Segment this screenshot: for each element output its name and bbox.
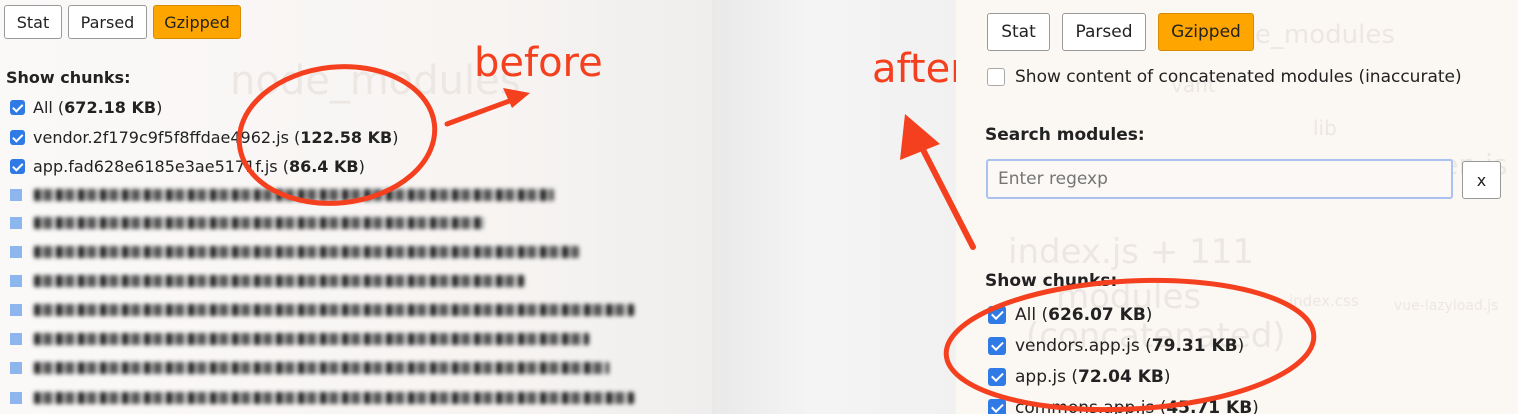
checkbox[interactable] xyxy=(988,337,1006,355)
concat-modules-label: Show content of concatenated modules (in… xyxy=(1015,67,1462,87)
checkbox[interactable] xyxy=(987,68,1005,86)
obscured-chunk-row xyxy=(10,302,634,318)
checkbox[interactable] xyxy=(10,130,25,145)
obscured-chunk-row xyxy=(10,244,579,260)
chunk-name: vendors.app.js xyxy=(1015,336,1140,356)
obscured-chunk-row xyxy=(10,390,634,406)
checkbox[interactable] xyxy=(10,159,25,174)
parsed-button[interactable]: Parsed xyxy=(1062,13,1146,51)
divider-background: after xyxy=(712,0,956,414)
show-chunks-label: Show chunks: xyxy=(6,68,131,87)
chunk-name: All xyxy=(1015,305,1037,325)
chunk-size: 672.18 KB xyxy=(64,98,157,117)
search-input[interactable] xyxy=(986,159,1453,199)
chunk-name: All xyxy=(33,98,53,117)
gzipped-button[interactable]: Gzipped xyxy=(1158,13,1254,51)
after-screenshot: node_modules vant lib raven.js index.js … xyxy=(956,0,1518,414)
clear-search-button[interactable]: x xyxy=(1462,161,1501,199)
chunk-row[interactable]: vendors.app.js (79.31 KB) xyxy=(988,336,1244,356)
search-modules-label: Search modules: xyxy=(985,125,1145,145)
checkbox[interactable] xyxy=(988,368,1006,386)
after-annotation: after xyxy=(872,46,956,92)
chunk-size: 122.58 KB xyxy=(300,128,393,147)
treemap-bg-label: lib xyxy=(1313,116,1337,140)
chunk-name: app.js xyxy=(1015,367,1066,387)
chunk-size: 626.07 KB xyxy=(1048,305,1146,325)
chunk-row[interactable]: vendor.2f179c9f5f8ffdae4962.js (122.58 K… xyxy=(10,128,398,147)
chunk-row[interactable]: All (626.07 KB) xyxy=(988,305,1152,325)
chunk-row[interactable]: All (672.18 KB) xyxy=(10,98,162,117)
obscured-chunk-row xyxy=(10,187,554,203)
chunk-size: 72.04 KB xyxy=(1078,367,1164,387)
obscured-chunk-row xyxy=(10,331,589,347)
chunk-row[interactable]: commons.app.js (45.71 KB) xyxy=(988,398,1259,414)
obscured-chunk-row xyxy=(10,215,484,231)
chunk-name: app.fad628e6185e3ae5171f.js xyxy=(33,157,278,176)
chunk-row[interactable]: app.fad628e6185e3ae5171f.js (86.4 KB) xyxy=(10,157,365,176)
show-chunks-label: Show chunks: xyxy=(985,271,1118,291)
chunk-size: 86.4 KB xyxy=(288,157,359,176)
checkbox[interactable] xyxy=(988,399,1006,414)
parsed-button[interactable]: Parsed xyxy=(68,5,147,39)
obscured-chunk-row xyxy=(10,360,609,376)
before-screenshot: node_modules Stat Parsed Gzipped Show ch… xyxy=(0,0,712,414)
concat-modules-toggle[interactable]: Show content of concatenated modules (in… xyxy=(987,67,1462,87)
chunk-name: commons.app.js xyxy=(1015,398,1155,414)
treemap-bg-label: index.css xyxy=(1289,292,1359,310)
gzipped-button[interactable]: Gzipped xyxy=(153,5,241,39)
chunk-name: vendor.2f179c9f5f8ffdae4962.js xyxy=(33,128,289,147)
checkbox[interactable] xyxy=(988,306,1006,324)
chunk-size: 79.31 KB xyxy=(1151,336,1238,356)
chunk-row[interactable]: app.js (72.04 KB) xyxy=(988,367,1171,387)
treemap-bg-label: vue-lazyload.js xyxy=(1394,298,1499,314)
treemap-bg-label: index.js + 111 xyxy=(1008,232,1254,272)
checkbox[interactable] xyxy=(10,100,25,115)
chunk-size: 45.71 KB xyxy=(1166,398,1253,414)
stat-button[interactable]: Stat xyxy=(987,13,1050,51)
obscured-chunk-row xyxy=(10,273,524,289)
before-annotation: before xyxy=(474,40,603,86)
stat-button[interactable]: Stat xyxy=(4,5,62,39)
